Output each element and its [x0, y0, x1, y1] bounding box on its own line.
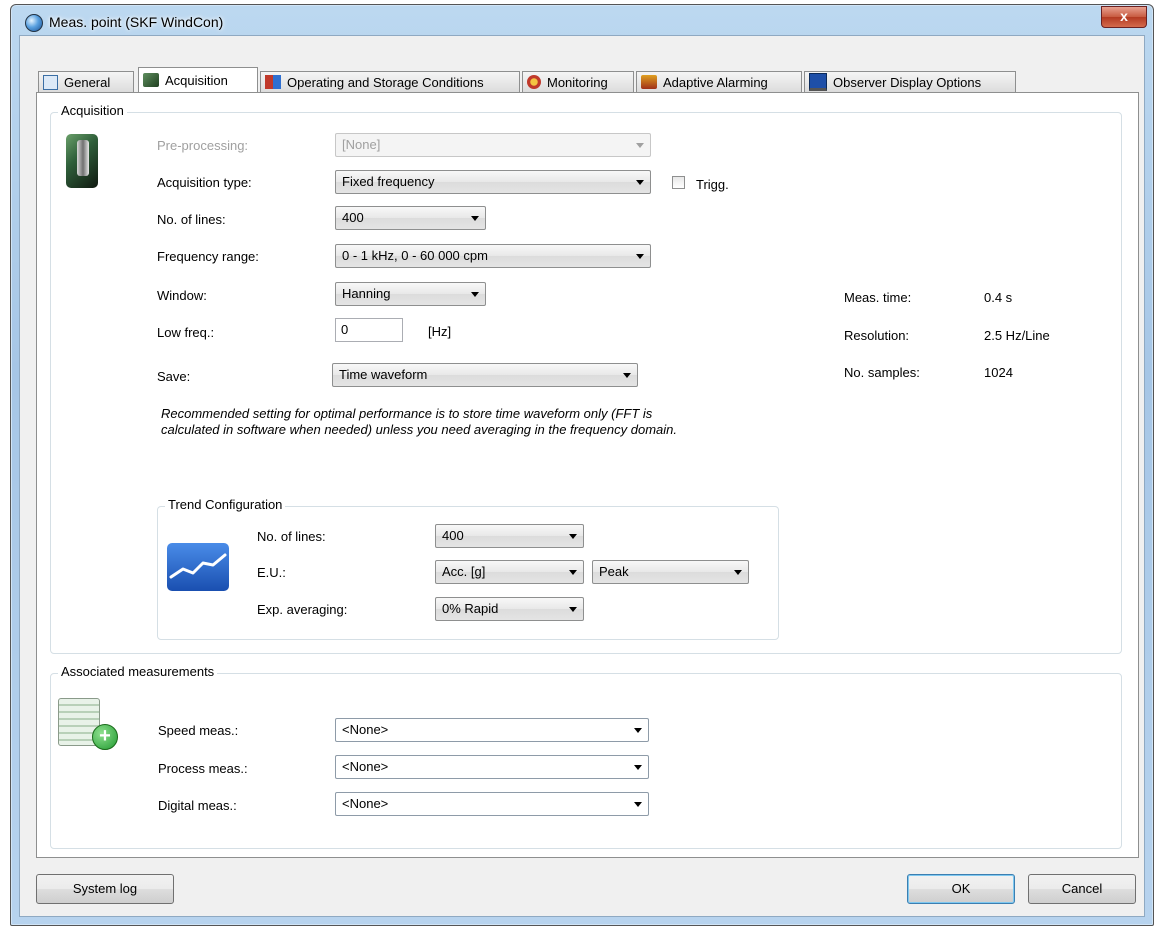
save-combo[interactable]: Time waveform: [332, 363, 638, 387]
recommendation-note: Recommended setting for optimal performa…: [161, 406, 677, 438]
chevron-down-icon: [569, 534, 577, 539]
digital-meas-combo[interactable]: <None>: [335, 792, 649, 816]
tab-general[interactable]: General: [38, 71, 134, 92]
associated-group-title: Associated measurements: [58, 664, 218, 679]
tab-acquisition[interactable]: Acquisition: [138, 67, 258, 92]
tab-label: Acquisition: [165, 72, 228, 88]
process-meas-combo[interactable]: <None>: [335, 755, 649, 779]
save-value: Time waveform: [339, 367, 428, 382]
sensor-icon: [143, 73, 159, 87]
tab-adaptive-alarming[interactable]: Adaptive Alarming: [636, 71, 802, 92]
ok-button[interactable]: OK: [907, 874, 1015, 904]
window-label: Window:: [157, 288, 207, 303]
resolution-value: 2.5 Hz/Line: [984, 328, 1050, 343]
tab-observer-display[interactable]: Observer Display Options: [804, 71, 1016, 92]
chevron-down-icon: [569, 607, 577, 612]
cancel-button[interactable]: Cancel: [1028, 874, 1136, 904]
chevron-down-icon: [569, 570, 577, 575]
resolution-label: Resolution:: [844, 328, 910, 343]
speed-meas-combo[interactable]: <None>: [335, 718, 649, 742]
flags-icon: [265, 75, 281, 89]
tab-label: General: [64, 74, 111, 90]
low-freq-unit: [Hz]: [428, 324, 452, 339]
exp-averaging-combo[interactable]: 0% Rapid: [435, 597, 584, 621]
chevron-down-icon: [634, 802, 642, 807]
app-icon: [25, 14, 43, 32]
tab-operating-storage[interactable]: Operating and Storage Conditions: [260, 71, 520, 92]
tab-label: Monitoring: [547, 74, 608, 90]
chevron-down-icon: [636, 143, 644, 148]
sensor-icon: [66, 134, 98, 188]
process-meas-value: <None>: [342, 759, 389, 774]
chevron-down-icon: [471, 292, 479, 297]
trend-lines-label: No. of lines:: [257, 529, 326, 544]
acquisition-group-title: Acquisition: [58, 103, 127, 118]
tab-label: Operating and Storage Conditions: [287, 74, 484, 90]
process-meas-label: Process meas.:: [158, 761, 248, 776]
tab-label: Adaptive Alarming: [663, 74, 768, 90]
window-combo[interactable]: Hanning: [335, 282, 486, 306]
frequency-range-label: Frequency range:: [157, 249, 259, 264]
meas-time-value: 0.4 s: [984, 290, 1013, 305]
eu-type-combo[interactable]: Peak: [592, 560, 749, 584]
low-freq-input[interactable]: 0: [335, 318, 403, 342]
window-value: Hanning: [342, 286, 391, 301]
trigg-checkbox[interactable]: [672, 176, 685, 189]
add-measurement-icon: +: [58, 698, 118, 754]
eu-value: Acc. [g]: [442, 564, 486, 579]
window-title: Meas. point (SKF WindCon): [49, 14, 224, 30]
digital-meas-value: <None>: [342, 796, 389, 811]
chevron-down-icon: [471, 216, 479, 221]
samples-label: No. samples:: [844, 365, 920, 380]
speed-meas-label: Speed meas.:: [158, 723, 239, 738]
eu-type-value: Peak: [599, 564, 629, 579]
samples-value: 1024: [984, 365, 1013, 380]
chevron-down-icon: [636, 254, 644, 259]
speed-meas-value: <None>: [342, 722, 389, 737]
acquisition-type-value: Fixed frequency: [342, 174, 435, 189]
tab-label: Observer Display Options: [833, 74, 982, 90]
preprocessing-label: Pre-processing:: [157, 138, 249, 153]
general-icon: [43, 74, 58, 90]
chevron-down-icon: [734, 570, 742, 575]
system-log-button[interactable]: System log: [36, 874, 174, 904]
trend-group-title: Trend Configuration: [165, 497, 286, 512]
eu-combo[interactable]: Acc. [g]: [435, 560, 584, 584]
lines-combo[interactable]: 400: [335, 206, 486, 230]
frequency-range-value: 0 - 1 kHz, 0 - 60 000 cpm: [342, 248, 488, 263]
preprocessing-value: [None]: [342, 137, 381, 152]
meas-time-label: Meas. time:: [844, 290, 912, 305]
lines-label: No. of lines:: [157, 212, 226, 227]
chevron-down-icon: [634, 765, 642, 770]
digital-meas-label: Digital meas.:: [158, 798, 237, 813]
trend-lines-value: 400: [442, 528, 464, 543]
acquisition-type-label: Acquisition type:: [157, 175, 252, 190]
close-button[interactable]: x: [1101, 6, 1147, 28]
plus-icon: +: [92, 724, 118, 750]
trend-chart-icon: [167, 543, 229, 591]
eu-label: E.U.:: [257, 565, 286, 580]
exp-averaging-label: Exp. averaging:: [257, 602, 348, 617]
low-freq-label: Low freq.:: [157, 325, 215, 340]
monitor-icon: [809, 73, 827, 91]
frequency-range-combo[interactable]: 0 - 1 kHz, 0 - 60 000 cpm: [335, 244, 651, 268]
tab-monitoring[interactable]: Monitoring: [522, 71, 634, 92]
trend-lines-combo[interactable]: 400: [435, 524, 584, 548]
lines-value: 400: [342, 210, 364, 225]
trend-line-icon: [169, 553, 227, 579]
chevron-down-icon: [634, 728, 642, 733]
alarm-bell-icon: [527, 75, 541, 89]
note-line: calculated in software when needed) unle…: [161, 422, 678, 437]
acquisition-type-combo[interactable]: Fixed frequency: [335, 170, 651, 194]
chevron-down-icon: [636, 180, 644, 185]
chevron-down-icon: [623, 373, 631, 378]
exp-averaging-value: 0% Rapid: [442, 601, 499, 616]
save-label: Save:: [157, 369, 191, 384]
note-line: Recommended setting for optimal performa…: [161, 406, 653, 421]
trigg-label: Trigg.: [696, 177, 729, 192]
preprocessing-combo: [None]: [335, 133, 651, 157]
alarm-icon: [641, 75, 657, 89]
